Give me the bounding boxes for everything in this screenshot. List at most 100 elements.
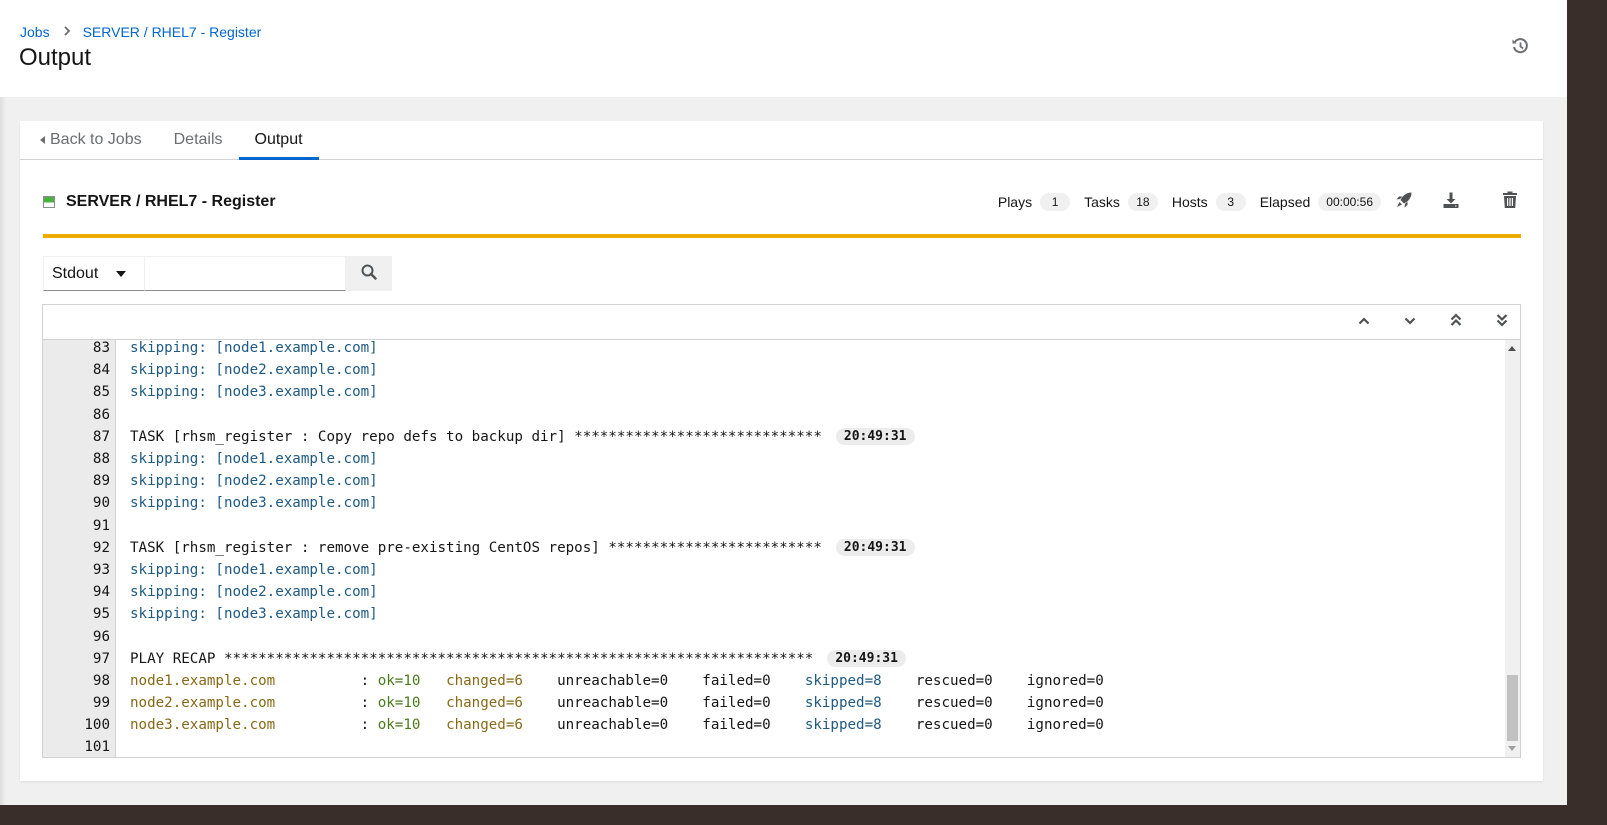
tab-label: Back to Jobs bbox=[50, 131, 142, 148]
line-number: 89 bbox=[92, 473, 110, 490]
line-number: 90 bbox=[92, 495, 110, 512]
scroll-previous-button[interactable] bbox=[1354, 312, 1374, 332]
output-filter-select[interactable]: Stdout bbox=[43, 256, 145, 291]
output-text-skip: skipped=8 bbox=[804, 695, 882, 712]
tab-details[interactable]: Details bbox=[158, 121, 239, 159]
caret-left-icon bbox=[40, 136, 45, 144]
output-line: 90 skipping: [node3.example.com] bbox=[43, 492, 1504, 514]
output-line: 93 skipping: [node1.example.com] bbox=[43, 559, 1504, 581]
output-line: 89 skipping: [node2.example.com] bbox=[43, 470, 1504, 492]
line-content: skipping: [node2.example.com] bbox=[110, 473, 378, 489]
search-button[interactable] bbox=[346, 256, 392, 291]
output-line: 92 TASK [rhsm_register : remove pre-exist… bbox=[43, 537, 1504, 559]
output-text-skip: skipping: [node3.example.com] bbox=[130, 384, 378, 401]
search-input[interactable] bbox=[145, 256, 346, 291]
output-text-skip: skipping: [node3.example.com] bbox=[130, 495, 378, 512]
line-number: 101 bbox=[84, 739, 110, 756]
output-line: 86 bbox=[43, 404, 1504, 426]
output-text-skip: skipping: [node2.example.com] bbox=[130, 473, 378, 490]
app-window: Jobs SERVER / RHEL7 - Register Output Ba… bbox=[0, 0, 1567, 805]
angle-up-icon bbox=[1358, 313, 1370, 331]
output-line: 84 skipping: [node2.example.com] bbox=[43, 359, 1504, 381]
output-text-plain bbox=[420, 673, 446, 689]
output-line: 83 skipping: [node1.example.com] bbox=[43, 340, 1504, 359]
output-text-skip: skipped=8 bbox=[804, 672, 882, 689]
output-text-plain: : bbox=[275, 717, 378, 734]
line-content: node3.example.com : ok=10 changed=6 unre… bbox=[110, 717, 1104, 733]
line-number: 85 bbox=[92, 384, 110, 401]
line-number: 99 bbox=[92, 695, 110, 712]
line-content: skipping: [node2.example.com] bbox=[110, 362, 378, 378]
line-content: TASK [rhsm_register : Copy repo defs to … bbox=[110, 428, 915, 446]
output-line: 94 skipping: [node2.example.com] bbox=[43, 581, 1504, 603]
scroll-down-arrow-icon[interactable] bbox=[1508, 746, 1516, 751]
output-text-ok: ok=10 bbox=[377, 672, 421, 689]
scrollbar-thumb[interactable] bbox=[1507, 675, 1518, 741]
output-navigation bbox=[1328, 312, 1512, 332]
line-number: 93 bbox=[92, 561, 110, 578]
output-line: 85 skipping: [node3.example.com] bbox=[43, 381, 1504, 403]
output-line: 101 bbox=[43, 736, 1504, 757]
output-text-plain: : bbox=[275, 695, 378, 712]
scroll-last-button[interactable] bbox=[1492, 312, 1512, 332]
tab-output[interactable]: Output bbox=[238, 121, 319, 160]
scroll-up-arrow-icon[interactable] bbox=[1508, 346, 1516, 351]
scroll-first-button[interactable] bbox=[1446, 312, 1466, 332]
history-button[interactable] bbox=[1508, 36, 1532, 60]
output-line: 97 PLAY RECAP ***************************… bbox=[43, 648, 1504, 670]
output-search: Stdout bbox=[43, 256, 392, 291]
chevron-right-icon bbox=[63, 25, 71, 39]
output-scrollbar[interactable] bbox=[1505, 340, 1520, 757]
tasks-label: Tasks bbox=[1084, 194, 1120, 210]
history-icon bbox=[1511, 37, 1529, 60]
output-text-changed: changed=6 bbox=[446, 695, 523, 712]
job-title: SERVER / RHEL7 - Register bbox=[66, 193, 276, 210]
rocket-icon bbox=[1395, 191, 1413, 214]
output-text-plain: unreachable=0 failed=0 bbox=[522, 717, 805, 734]
line-number: 88 bbox=[92, 451, 110, 468]
output-toolbar bbox=[43, 305, 1520, 340]
elapsed-label: Elapsed bbox=[1259, 194, 1311, 210]
line-content: skipping: [node3.example.com] bbox=[110, 495, 378, 511]
breadcrumb: Jobs SERVER / RHEL7 - Register bbox=[20, 24, 261, 40]
relaunch-button[interactable] bbox=[1393, 191, 1415, 213]
line-number: 100 bbox=[84, 717, 110, 734]
job-output-panel: 83 skipping: [node1.example.com] 84 skippin… bbox=[42, 304, 1521, 758]
tab-back-to-jobs[interactable]: Back to Jobs bbox=[20, 121, 158, 159]
line-content: TASK [rhsm_register : remove pre-existin… bbox=[110, 539, 915, 557]
output-text-skip: skipping: [node3.example.com] bbox=[130, 606, 378, 623]
plays-label: Plays bbox=[997, 194, 1033, 210]
output-line: 95 skipping: [node3.example.com] bbox=[43, 603, 1504, 625]
breadcrumb-jobs-link[interactable]: Jobs bbox=[20, 24, 50, 40]
line-number: 92 bbox=[92, 539, 110, 556]
output-text-ok: ok=10 bbox=[377, 717, 421, 734]
delete-job-button[interactable] bbox=[1499, 191, 1521, 213]
output-text-skip: skipping: [node2.example.com] bbox=[130, 584, 378, 601]
output-text-skip: skipping: [node1.example.com] bbox=[130, 340, 378, 357]
output-lines: 83 skipping: [node1.example.com] 84 skippin… bbox=[43, 340, 1504, 757]
angle-double-down-icon bbox=[1496, 313, 1508, 332]
scroll-next-button[interactable] bbox=[1400, 312, 1420, 332]
output-text-plain: rescued=0 ignored=0 bbox=[881, 672, 1104, 689]
output-text-plain: unreachable=0 failed=0 bbox=[522, 695, 805, 712]
output-text-plain bbox=[420, 717, 446, 733]
angle-down-icon bbox=[1404, 313, 1416, 331]
tab-label: Details bbox=[173, 131, 223, 148]
line-content: skipping: [node1.example.com] bbox=[110, 562, 378, 578]
output-text-plain: : bbox=[275, 672, 378, 689]
output-text-plain: rescued=0 ignored=0 bbox=[881, 717, 1104, 734]
output-text-host: node1.example.com bbox=[130, 672, 276, 689]
download-output-button[interactable] bbox=[1440, 191, 1462, 213]
task-timestamp-badge: 20:49:31 bbox=[827, 650, 906, 668]
line-content: skipping: [node3.example.com] bbox=[110, 384, 378, 400]
breadcrumb-job-link[interactable]: SERVER / RHEL7 - Register bbox=[83, 24, 262, 40]
line-number: 95 bbox=[92, 606, 110, 623]
output-filter-value: Stdout bbox=[52, 264, 99, 282]
output-line: 98 node1.example.com : ok=10 changed=6 un… bbox=[43, 670, 1504, 692]
output-text-plain: TASK [rhsm_register : remove pre-existin… bbox=[130, 539, 822, 556]
output-text-skip: skipping: [node2.example.com] bbox=[130, 362, 378, 379]
output-line: 100 node3.example.com : ok=10 changed=6 u… bbox=[43, 714, 1504, 736]
hosts-label: Hosts bbox=[1171, 194, 1208, 210]
job-header: SERVER / RHEL7 - Register Plays 1 Tasks … bbox=[43, 190, 1521, 214]
line-content: skipping: [node1.example.com] bbox=[110, 340, 378, 356]
